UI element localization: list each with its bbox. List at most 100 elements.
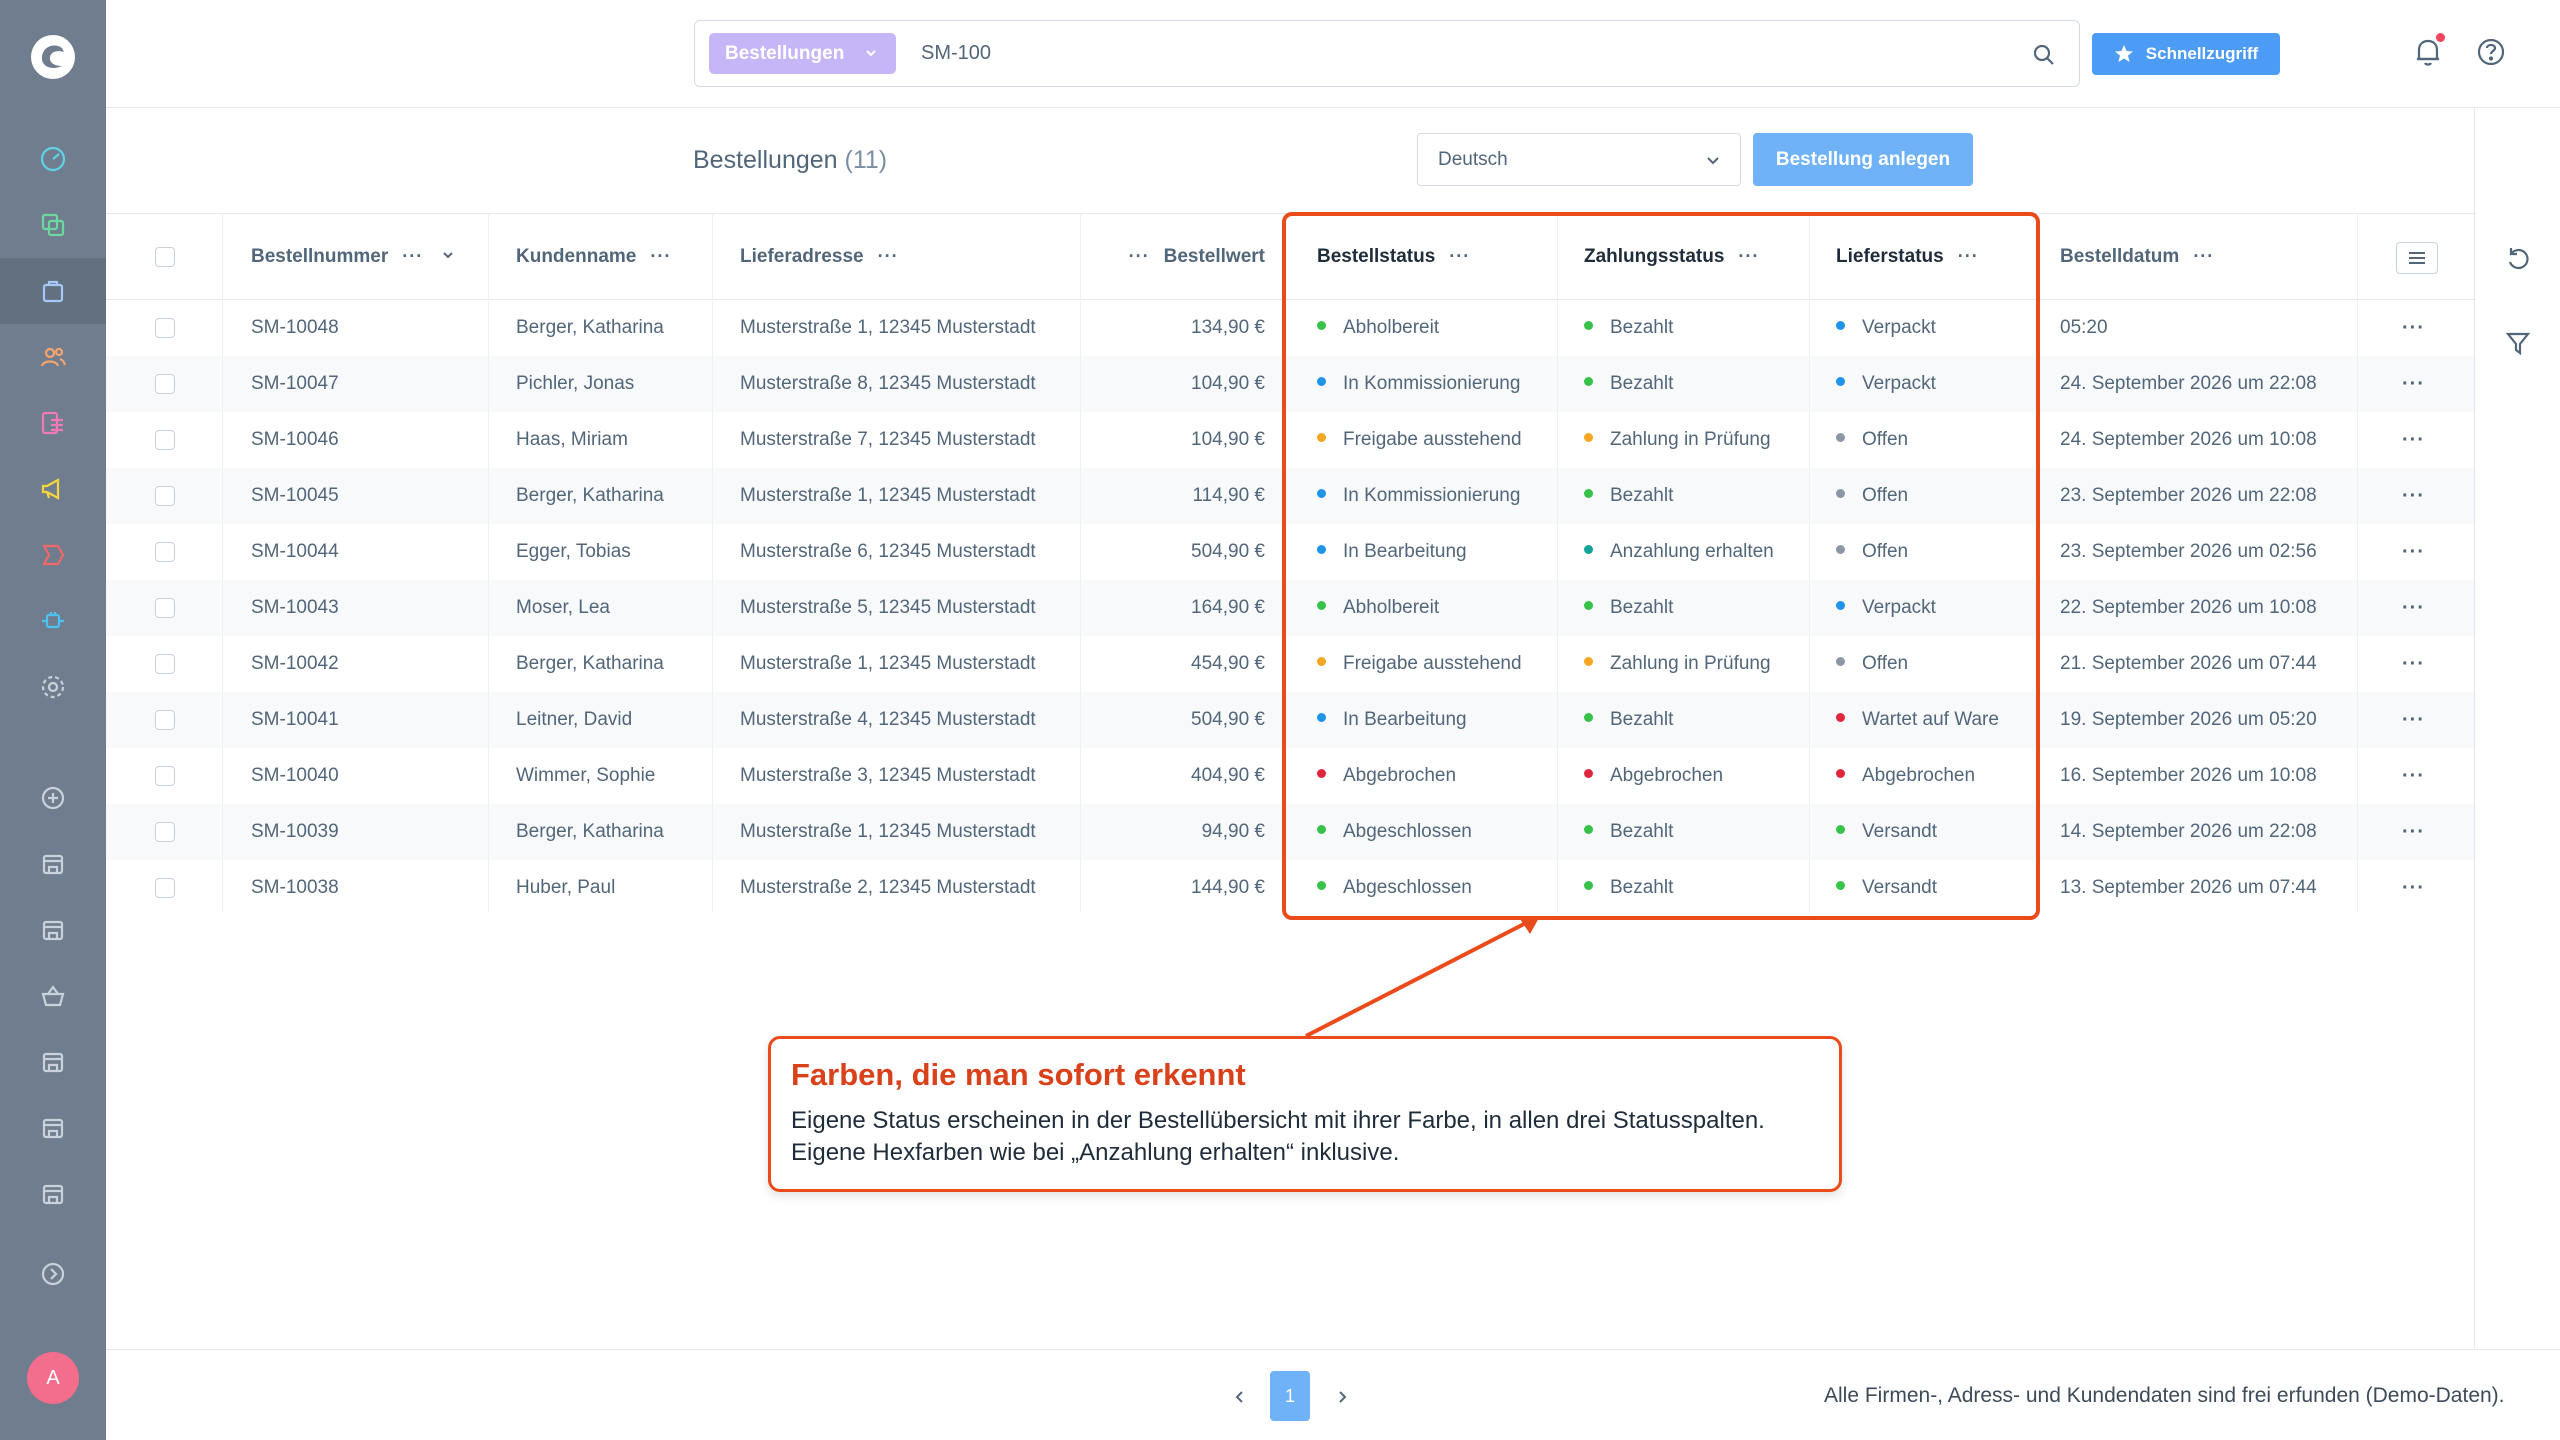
sidebar-item-sales-channel-2[interactable] — [0, 897, 106, 963]
order-date: 13. September 2026 um 07:44 — [2060, 877, 2317, 898]
row-actions-icon[interactable]: ··· — [2402, 356, 2425, 412]
cell-address: Musterstraße 1, 12345 Musterstadt — [740, 468, 1036, 524]
row-checkbox[interactable] — [155, 598, 175, 618]
sidebar-item-orders[interactable] — [0, 258, 106, 324]
sidebar-item-settings[interactable] — [0, 654, 106, 720]
user-avatar[interactable]: A — [27, 1352, 79, 1404]
row-checkbox[interactable] — [155, 374, 175, 394]
cell-order-number[interactable]: SM-10039 — [251, 804, 339, 860]
next-page-button[interactable] — [1324, 1379, 1360, 1415]
column-options-icon[interactable]: ··· — [650, 213, 671, 299]
search-scope-dropdown[interactable]: Bestellungen — [709, 33, 896, 74]
cell-order-number[interactable]: SM-10047 — [251, 356, 339, 412]
row-checkbox[interactable] — [155, 430, 175, 450]
row-actions-icon[interactable]: ··· — [2402, 468, 2425, 524]
cell-order-number[interactable]: SM-10045 — [251, 468, 339, 524]
cell-order-number[interactable]: SM-10041 — [251, 692, 339, 748]
row-checkbox[interactable] — [155, 878, 175, 898]
refresh-icon[interactable] — [2503, 244, 2533, 274]
row-actions-icon[interactable]: ··· — [2402, 636, 2425, 692]
sidebar-item-extensions[interactable] — [0, 588, 106, 654]
row-checkbox[interactable] — [155, 710, 175, 730]
column-options-icon[interactable]: ··· — [2193, 213, 2214, 299]
sidebar-item-dashboard[interactable] — [0, 126, 106, 192]
plug-icon — [42, 612, 64, 629]
row-checkbox[interactable] — [155, 822, 175, 842]
sidebar-item-customers[interactable] — [0, 324, 106, 390]
sidebar-item-sales-channel-3[interactable] — [0, 963, 106, 1029]
sidebar-item-sales-channel-5[interactable] — [0, 1095, 106, 1161]
order-number[interactable]: SM-10041 — [251, 709, 339, 730]
cell-date: 24. September 2026 um 22:08 — [2060, 356, 2317, 412]
order-number[interactable]: SM-10038 — [251, 877, 339, 898]
row-actions-icon[interactable]: ··· — [2402, 524, 2425, 580]
cell-address: Musterstraße 4, 12345 Musterstadt — [740, 692, 1036, 748]
cell-order-number[interactable]: SM-10046 — [251, 412, 339, 468]
column-header-label: Kundenname — [516, 246, 637, 267]
column-header-date[interactable]: Bestelldatum ··· — [2060, 213, 2214, 299]
sidebar-item-sales-channel-4[interactable] — [0, 1029, 106, 1095]
previous-page-button[interactable] — [1222, 1379, 1258, 1415]
cell-customer: Leitner, David — [516, 692, 632, 748]
app-logo-icon[interactable] — [29, 33, 77, 81]
row-actions-icon[interactable]: ··· — [2402, 300, 2425, 356]
cell-order-number[interactable]: SM-10038 — [251, 860, 339, 916]
sidebar-item-sales-channel-1[interactable] — [0, 831, 106, 897]
sidebar-item-add-sales-channel[interactable] — [0, 765, 106, 831]
select-all-checkbox[interactable] — [155, 247, 175, 267]
row-actions-icon[interactable]: ··· — [2402, 748, 2425, 804]
row-checkbox[interactable] — [155, 654, 175, 674]
sidebar-item-content[interactable] — [0, 390, 106, 456]
order-number[interactable]: SM-10048 — [251, 317, 339, 338]
row-actions-icon[interactable]: ··· — [2402, 412, 2425, 468]
column-header-customer[interactable]: Kundenname ··· — [516, 213, 671, 299]
column-header-order-number[interactable]: Bestellnummer ··· — [251, 213, 455, 299]
order-number[interactable]: SM-10045 — [251, 485, 339, 506]
sort-chevron-icon[interactable] — [441, 248, 455, 262]
cell-order-number[interactable]: SM-10042 — [251, 636, 339, 692]
column-settings-button[interactable] — [2396, 242, 2438, 274]
order-number[interactable]: SM-10043 — [251, 597, 339, 618]
row-checkbox[interactable] — [155, 318, 175, 338]
cell-order-number[interactable]: SM-10043 — [251, 580, 339, 636]
row-actions-icon[interactable]: ··· — [2402, 860, 2425, 916]
order-number[interactable]: SM-10047 — [251, 373, 339, 394]
create-order-button[interactable]: Bestellung anlegen — [1753, 133, 1973, 186]
sidebar-item-promotions[interactable] — [0, 522, 106, 588]
search-input[interactable]: SM-100 — [921, 42, 991, 65]
row-actions-icon[interactable]: ··· — [2402, 580, 2425, 636]
column-options-icon[interactable]: ··· — [878, 213, 899, 299]
sidebar-item-sales-channel-6[interactable] — [0, 1161, 106, 1227]
cell-value: 94,90 € — [1080, 804, 1265, 860]
row-checkbox[interactable] — [155, 766, 175, 786]
order-number[interactable]: SM-10044 — [251, 541, 339, 562]
column-header-address[interactable]: Lieferadresse ··· — [740, 213, 899, 299]
global-search[interactable]: Bestellungen SM-100 — [694, 20, 2080, 87]
top-bar: Bestellungen SM-100 Schnellzugriff — [106, 0, 2560, 108]
sidebar-item-catalog[interactable] — [0, 192, 106, 258]
page-button-current[interactable]: 1 — [1270, 1371, 1310, 1421]
row-checkbox[interactable] — [155, 542, 175, 562]
order-number[interactable]: SM-10042 — [251, 653, 339, 674]
column-header-value[interactable]: ··· Bestellwert — [1110, 213, 1265, 299]
sidebar-expand-button[interactable] — [0, 1241, 106, 1307]
column-options-icon[interactable]: ··· — [1129, 213, 1150, 299]
order-date: 05:20 — [2060, 317, 2108, 338]
quick-access-button[interactable]: Schnellzugriff — [2092, 33, 2280, 75]
row-checkbox[interactable] — [155, 486, 175, 506]
language-select[interactable]: Deutsch — [1417, 133, 1741, 186]
help-icon[interactable] — [2474, 35, 2508, 69]
search-icon[interactable] — [2031, 42, 2057, 68]
sidebar-item-marketing[interactable] — [0, 456, 106, 522]
column-options-icon[interactable]: ··· — [402, 213, 423, 299]
chevron-right-circle-icon — [41, 1262, 65, 1286]
order-number[interactable]: SM-10046 — [251, 429, 339, 450]
cell-order-number[interactable]: SM-10048 — [251, 300, 339, 356]
row-actions-icon[interactable]: ··· — [2402, 692, 2425, 748]
row-actions-icon[interactable]: ··· — [2402, 804, 2425, 860]
cell-order-number[interactable]: SM-10040 — [251, 748, 339, 804]
cell-order-number[interactable]: SM-10044 — [251, 524, 339, 580]
order-number[interactable]: SM-10039 — [251, 821, 339, 842]
filter-icon[interactable] — [2503, 328, 2533, 358]
order-number[interactable]: SM-10040 — [251, 765, 339, 786]
